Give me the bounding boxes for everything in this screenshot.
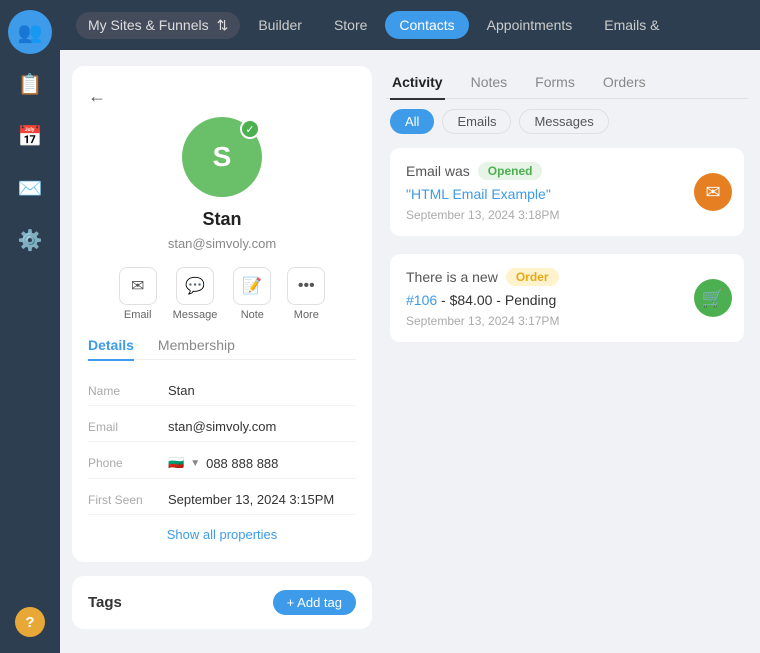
email-activity-prefix: Email was	[406, 163, 470, 179]
tab-membership[interactable]: Membership	[158, 331, 235, 361]
envelope-icon: ✉	[705, 182, 720, 203]
nav-builder[interactable]: Builder	[244, 11, 316, 39]
verified-badge: ✓	[240, 119, 260, 139]
avatar-wrapper: S ✓	[182, 117, 262, 197]
filter-all[interactable]: All	[390, 109, 434, 134]
order-details: - $84.00 - Pending	[441, 292, 556, 308]
documents-icon: 📋	[18, 72, 43, 97]
back-button[interactable]: ←	[88, 86, 106, 107]
sidebar: 👥 📋 📅 ✉️ ⚙️ ?	[0, 0, 60, 653]
panel-tabs: Activity Notes Forms Orders	[386, 66, 748, 99]
help-button[interactable]: ?	[15, 607, 45, 637]
detail-name-row: Name Stan	[88, 376, 356, 406]
tab-notes[interactable]: Notes	[469, 66, 510, 100]
detail-phone-row: Phone 🇧🇬 ▼ 088 888 888	[88, 448, 356, 479]
contact-tabs: Details Membership	[88, 331, 356, 360]
note-action-icon: 📝	[233, 267, 271, 305]
detail-first-seen-row: First Seen September 13, 2024 3:15PM	[88, 485, 356, 515]
order-activity-link[interactable]: #106 - $84.00 - Pending	[406, 292, 728, 308]
message-action[interactable]: 💬 Message	[173, 267, 218, 321]
nav-contacts[interactable]: Contacts	[385, 11, 468, 39]
email-action-icon: ✉	[119, 267, 157, 305]
name-label: Name	[88, 384, 168, 398]
phone-flag: 🇧🇬	[168, 455, 184, 471]
contacts-icon: 👥	[18, 20, 43, 45]
tab-activity[interactable]: Activity	[390, 66, 445, 100]
order-activity-icon: 🛒	[694, 279, 732, 317]
sidebar-item-documents[interactable]: 📋	[8, 62, 52, 106]
order-activity-header: There is a new Order	[406, 268, 728, 286]
activity-item-email: Email was Opened "HTML Email Example" Se…	[390, 148, 744, 236]
sidebar-item-calendar[interactable]: 📅	[8, 114, 52, 158]
nav-store[interactable]: Store	[320, 11, 381, 39]
first-seen-label: First Seen	[88, 493, 168, 507]
add-tag-button[interactable]: + Add tag	[273, 590, 356, 615]
email-activity-link[interactable]: "HTML Email Example"	[406, 186, 728, 202]
order-activity-time: September 13, 2024 3:17PM	[406, 314, 728, 328]
phone-value: 🇧🇬 ▼ 088 888 888	[168, 455, 356, 471]
nav-emails[interactable]: Emails &	[590, 11, 673, 39]
tags-section: Tags + Add tag	[72, 576, 372, 629]
contact-name: Stan	[202, 209, 241, 230]
help-icon: ?	[25, 614, 34, 631]
email-action[interactable]: ✉ Email	[119, 267, 157, 321]
filter-pills: All Emails Messages	[386, 109, 748, 134]
phone-label: Phone	[88, 456, 168, 470]
mail-icon: ✉️	[18, 176, 43, 201]
sites-funnels-switcher[interactable]: My Sites & Funnels ⇅	[76, 12, 240, 39]
note-action[interactable]: 📝 Note	[233, 267, 271, 321]
sidebar-item-settings[interactable]: ⚙️	[8, 218, 52, 262]
left-panel: ← S ✓ Stan stan@simvoly.com ✉ Email 💬 Me…	[72, 66, 372, 637]
main-area: My Sites & Funnels ⇅ Builder Store Conta…	[60, 0, 760, 653]
sidebar-item-contacts[interactable]: 👥	[8, 10, 52, 54]
order-number: #106	[406, 292, 437, 308]
right-panel: Activity Notes Forms Orders All Emails M…	[386, 66, 748, 637]
more-action-label: More	[294, 309, 319, 321]
filter-messages[interactable]: Messages	[519, 109, 608, 134]
email-activity-time: September 13, 2024 3:18PM	[406, 208, 728, 222]
show-all-properties[interactable]: Show all properties	[167, 527, 278, 542]
first-seen-value: September 13, 2024 3:15PM	[168, 492, 356, 507]
contact-email-display: stan@simvoly.com	[168, 236, 276, 251]
email-action-label: Email	[124, 309, 152, 321]
tab-orders[interactable]: Orders	[601, 66, 648, 100]
email-activity-icon: ✉	[694, 173, 732, 211]
message-action-label: Message	[173, 309, 218, 321]
calendar-icon: 📅	[18, 124, 43, 149]
email-activity-header: Email was Opened	[406, 162, 728, 180]
order-activity-prefix: There is a new	[406, 269, 498, 285]
name-value: Stan	[168, 383, 356, 398]
settings-icon: ⚙️	[18, 228, 43, 253]
more-action-icon: •••	[287, 267, 325, 305]
order-badge: Order	[506, 268, 559, 286]
activity-item-order: There is a new Order #106 - $84.00 - Pen…	[390, 254, 744, 342]
top-navigation: My Sites & Funnels ⇅ Builder Store Conta…	[60, 0, 760, 50]
nav-appointments[interactable]: Appointments	[473, 11, 587, 39]
content-area: ← S ✓ Stan stan@simvoly.com ✉ Email 💬 Me…	[60, 50, 760, 653]
tab-forms[interactable]: Forms	[533, 66, 577, 100]
phone-number: 088 888 888	[206, 456, 278, 471]
activity-list: Email was Opened "HTML Email Example" Se…	[386, 148, 748, 342]
detail-email-row: Email stan@simvoly.com	[88, 412, 356, 442]
action-row: ✉ Email 💬 Message 📝 Note ••• More	[119, 267, 326, 321]
phone-dropdown-icon[interactable]: ▼	[190, 458, 200, 469]
sidebar-item-mail[interactable]: ✉️	[8, 166, 52, 210]
tags-label: Tags	[88, 594, 122, 611]
note-action-label: Note	[241, 309, 264, 321]
switcher-icon: ⇅	[217, 17, 229, 34]
tab-details[interactable]: Details	[88, 331, 134, 361]
email-value: stan@simvoly.com	[168, 419, 356, 434]
message-action-icon: 💬	[176, 267, 214, 305]
switcher-label: My Sites & Funnels	[88, 17, 209, 33]
email-opened-badge: Opened	[478, 162, 543, 180]
more-action[interactable]: ••• More	[287, 267, 325, 321]
cart-icon: 🛒	[702, 288, 724, 309]
filter-emails[interactable]: Emails	[442, 109, 511, 134]
email-label: Email	[88, 420, 168, 434]
contact-card: ← S ✓ Stan stan@simvoly.com ✉ Email 💬 Me…	[72, 66, 372, 562]
